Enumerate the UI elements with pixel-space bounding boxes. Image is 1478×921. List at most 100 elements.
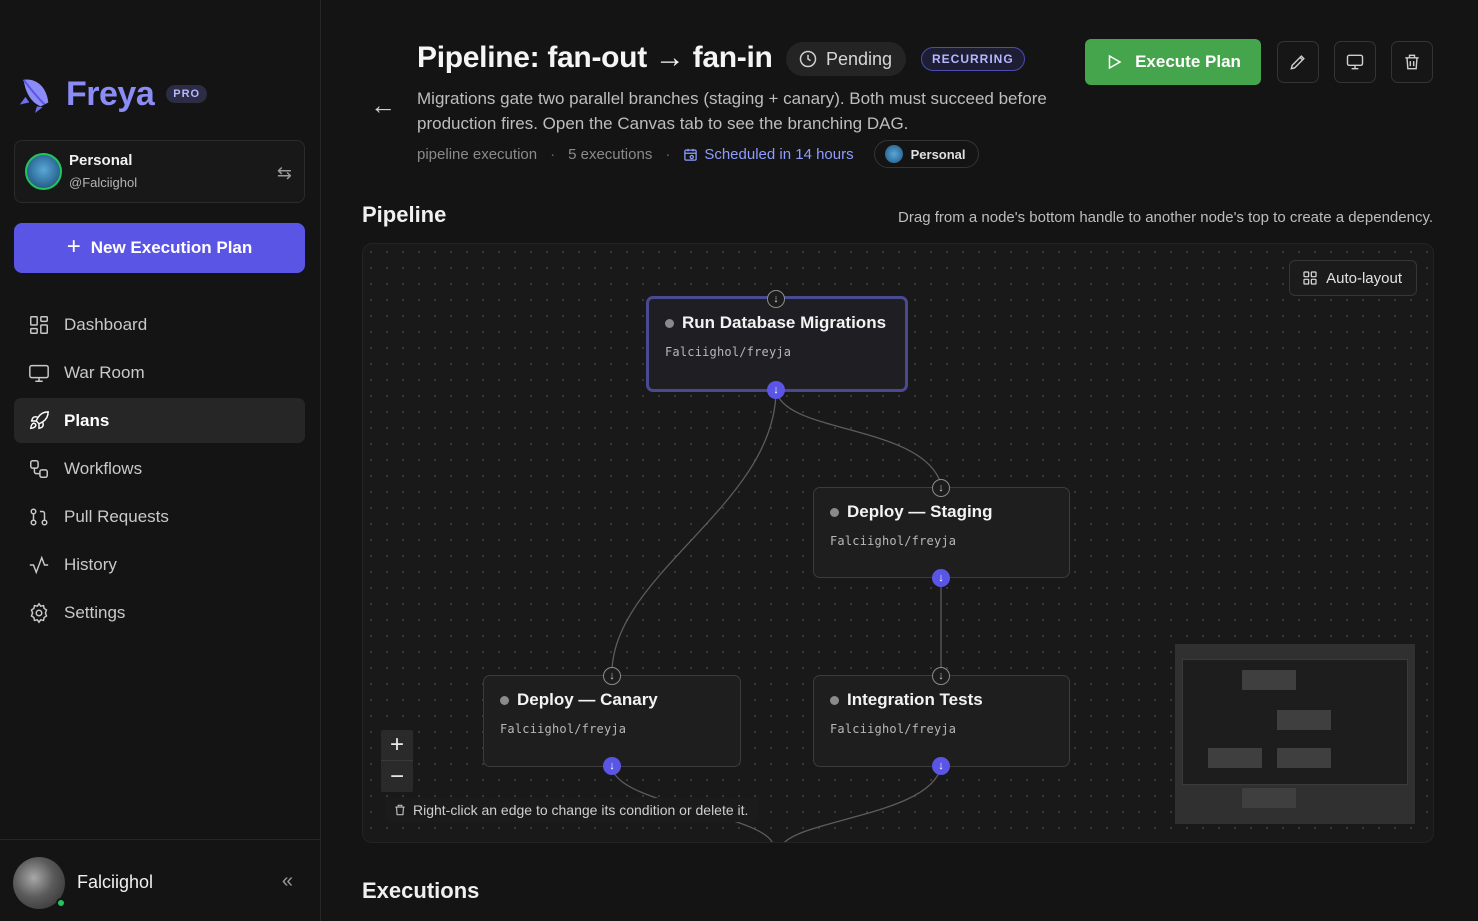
- layout-grid-icon: [1303, 271, 1317, 285]
- recurring-badge: RECURRING: [921, 47, 1025, 71]
- sidebar-item-label: Plans: [64, 410, 110, 430]
- sidebar-item-dashboard[interactable]: Dashboard: [14, 302, 305, 347]
- sidebar-nav: Dashboard War Room Plans Workflows Pull …: [14, 302, 305, 638]
- git-pull-request-icon: [30, 507, 48, 526]
- node-input-handle[interactable]: ↓: [932, 667, 950, 685]
- minimap-node: [1277, 748, 1331, 768]
- pipeline-section-title: Pipeline: [362, 202, 447, 227]
- pipeline-canvas[interactable]: Auto-layout Run Database Migrations Falc…: [362, 243, 1434, 843]
- schedule-info[interactable]: Scheduled in 14 hours: [683, 145, 854, 163]
- account-name: Personal: [69, 152, 133, 169]
- plan-meta: pipeline execution · 5 executions · Sche…: [417, 140, 979, 168]
- node-status-dot: [830, 695, 839, 705]
- activity-icon: [29, 555, 49, 574]
- war-room-button[interactable]: [1334, 41, 1376, 83]
- node-status-dot: [830, 507, 839, 517]
- minimap-node: [1242, 788, 1296, 808]
- user-name: Falciighol: [77, 872, 154, 892]
- rocket-logo-icon: [19, 79, 49, 113]
- clock-icon: [799, 50, 817, 68]
- account-switcher[interactable]: Personal @Falciighol ⇆: [14, 140, 305, 203]
- sidebar-item-plans[interactable]: Plans: [14, 398, 305, 443]
- schedule-label: Scheduled in 14 hours: [704, 145, 854, 163]
- account-handle: @Falciighol: [69, 175, 138, 190]
- node-title: Run Database Migrations: [665, 313, 886, 333]
- sidebar-item-war-room[interactable]: War Room: [14, 350, 305, 395]
- execute-plan-button[interactable]: Execute Plan: [1085, 39, 1261, 85]
- node-title: Deploy — Staging: [830, 502, 992, 522]
- edge-integration-production[interactable]: [783, 765, 942, 843]
- gear-icon: [30, 602, 48, 623]
- calendar-clock-icon: [684, 148, 698, 161]
- collapse-sidebar-icon[interactable]: «: [282, 870, 293, 893]
- sidebar-item-workflows[interactable]: Workflows: [14, 446, 305, 491]
- pipeline-node-canary[interactable]: Deploy — Canary Falciighol/freyja: [483, 675, 741, 767]
- pipeline-node-staging[interactable]: Deploy — Staging Falciighol/freyja: [813, 487, 1070, 578]
- new-execution-plan-label: New Execution Plan: [90, 238, 253, 257]
- pipeline-node-migrations[interactable]: Run Database Migrations Falciighol/freyj…: [646, 296, 908, 392]
- execution-count: 5 executions: [568, 145, 653, 163]
- meta-separator: ·: [665, 145, 671, 163]
- node-repo: Falciighol/freyja: [665, 345, 792, 359]
- workflow-icon: [30, 459, 48, 478]
- zoom-in-button[interactable]: +: [381, 730, 413, 761]
- minimap[interactable]: [1175, 644, 1415, 824]
- node-output-handle[interactable]: ↓: [932, 757, 950, 775]
- zoom-out-button[interactable]: −: [381, 761, 413, 792]
- sidebar-item-label: Pull Requests: [64, 506, 169, 526]
- sidebar-item-label: Workflows: [64, 458, 143, 478]
- pipeline-node-integration-tests[interactable]: Integration Tests Falciighol/freyja: [813, 675, 1070, 767]
- user-profile[interactable]: Falciighol «: [0, 839, 321, 921]
- workspace-label: Personal: [910, 146, 966, 162]
- edit-plan-button[interactable]: [1277, 41, 1319, 83]
- node-status-dot: [665, 318, 674, 328]
- node-input-handle[interactable]: ↓: [603, 667, 621, 685]
- account-avatar: [25, 153, 62, 190]
- edge-migrations-canary[interactable]: [611, 389, 777, 673]
- monitor-icon: [29, 364, 49, 382]
- back-arrow-icon[interactable]: ←: [370, 90, 396, 121]
- auto-layout-label: Auto-layout: [1326, 269, 1402, 287]
- node-input-handle[interactable]: ↓: [767, 290, 785, 308]
- node-output-handle[interactable]: ↓: [603, 757, 621, 775]
- sidebar-item-pull-requests[interactable]: Pull Requests: [14, 494, 305, 539]
- edge-hint: Right-click an edge to change its condit…: [385, 798, 759, 822]
- sidebar-item-label: Settings: [64, 602, 126, 622]
- minimap-node: [1277, 710, 1331, 730]
- plan-type: pipeline execution: [417, 145, 538, 163]
- edge-migrations-staging[interactable]: [775, 389, 942, 485]
- auto-layout-button[interactable]: Auto-layout: [1289, 260, 1417, 296]
- new-execution-plan-button[interactable]: + New Execution Plan: [14, 223, 305, 273]
- brand[interactable]: Freya PRO: [16, 74, 208, 114]
- node-repo: Falciighol/freyja: [830, 534, 957, 548]
- plus-icon: +: [66, 233, 81, 260]
- trash-icon: [1405, 54, 1419, 70]
- edge-hint-text: Right-click an edge to change its condit…: [413, 802, 749, 818]
- sidebar-item-settings[interactable]: Settings: [14, 590, 305, 635]
- node-title-text: Deploy — Canary: [517, 690, 658, 709]
- sidebar: Freya PRO Personal @Falciighol ⇆ + New E…: [0, 0, 321, 921]
- brand-name: Freya: [66, 74, 155, 113]
- node-status-dot: [500, 695, 509, 705]
- play-icon: [1108, 54, 1122, 70]
- switch-arrows-icon[interactable]: ⇆: [277, 163, 292, 184]
- node-title-text: Integration Tests: [847, 690, 983, 709]
- monitor-icon: [1346, 54, 1364, 70]
- workspace-chip[interactable]: Personal: [873, 140, 979, 168]
- node-output-handle[interactable]: ↓: [767, 381, 785, 399]
- page-title: Pipeline: fan-out → fan-in: [417, 41, 773, 74]
- rocket-icon: [29, 410, 49, 429]
- sidebar-item-history[interactable]: History: [14, 542, 305, 587]
- workspace-avatar: [884, 145, 903, 163]
- sidebar-item-label: Dashboard: [64, 314, 148, 334]
- node-repo: Falciighol/freyja: [500, 722, 627, 736]
- zoom-controls: + −: [381, 730, 413, 792]
- node-output-handle[interactable]: ↓: [932, 569, 950, 587]
- executions-section-title: Executions: [362, 878, 480, 903]
- node-input-handle[interactable]: ↓: [932, 479, 950, 497]
- delete-plan-button[interactable]: [1391, 41, 1433, 83]
- online-status-indicator: [56, 898, 66, 908]
- plan-description: Migrations gate two parallel branches (s…: [417, 89, 1047, 133]
- node-title: Integration Tests: [830, 690, 983, 710]
- node-title-text: Run Database Migrations: [682, 313, 887, 332]
